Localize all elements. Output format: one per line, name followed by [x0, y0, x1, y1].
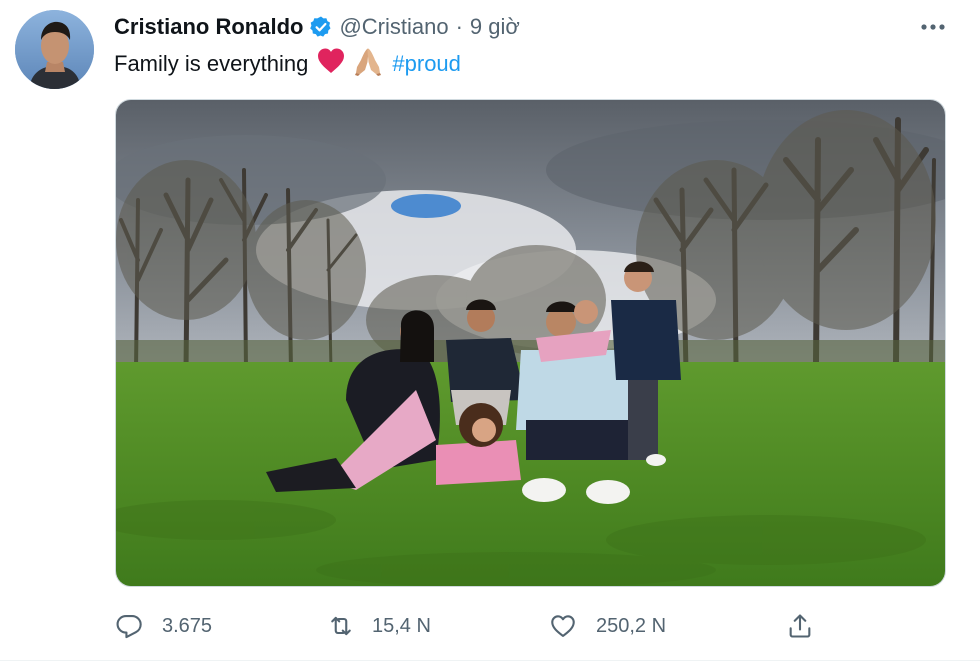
- divider: [0, 660, 980, 661]
- tweet-header: Cristiano Ronaldo @Cristiano · 9 giờ: [114, 12, 520, 42]
- like-count: 250,2 N: [596, 614, 667, 637]
- like-icon: [548, 611, 578, 641]
- author-avatar[interactable]: [15, 10, 94, 89]
- family-photo: [116, 100, 945, 586]
- author-handle[interactable]: @Cristiano: [339, 14, 448, 40]
- retweet-button[interactable]: 15,4 N: [326, 606, 431, 646]
- retweet-icon: [326, 611, 356, 641]
- verified-badge-icon: [309, 15, 333, 39]
- author-name[interactable]: Cristiano Ronaldo: [114, 14, 303, 40]
- more-icon: [921, 24, 945, 30]
- tweet-text: Family is everything #proud: [114, 47, 461, 81]
- retweet-count: 15,4 N: [372, 614, 431, 637]
- heart-emoji: [316, 47, 346, 81]
- separator-dot: ·: [455, 14, 463, 39]
- reply-count: 3.675: [162, 614, 213, 637]
- more-options-button[interactable]: [919, 14, 947, 40]
- reply-button[interactable]: 3.675: [114, 606, 212, 646]
- hashtag-link[interactable]: #proud: [392, 51, 461, 77]
- tweet-photo[interactable]: [115, 99, 946, 587]
- tweet-actions: 3.675 15,4 N 250,2 N: [0, 606, 980, 646]
- like-button[interactable]: 250,2 N: [548, 606, 666, 646]
- share-button[interactable]: [785, 606, 815, 646]
- folded-hands-emoji: [352, 46, 384, 82]
- share-icon: [785, 611, 815, 641]
- tweet-body: Family is everything: [114, 51, 309, 76]
- avatar-image: [15, 10, 94, 89]
- reply-icon: [114, 611, 144, 641]
- tweet-timestamp[interactable]: 9 giờ: [470, 14, 520, 40]
